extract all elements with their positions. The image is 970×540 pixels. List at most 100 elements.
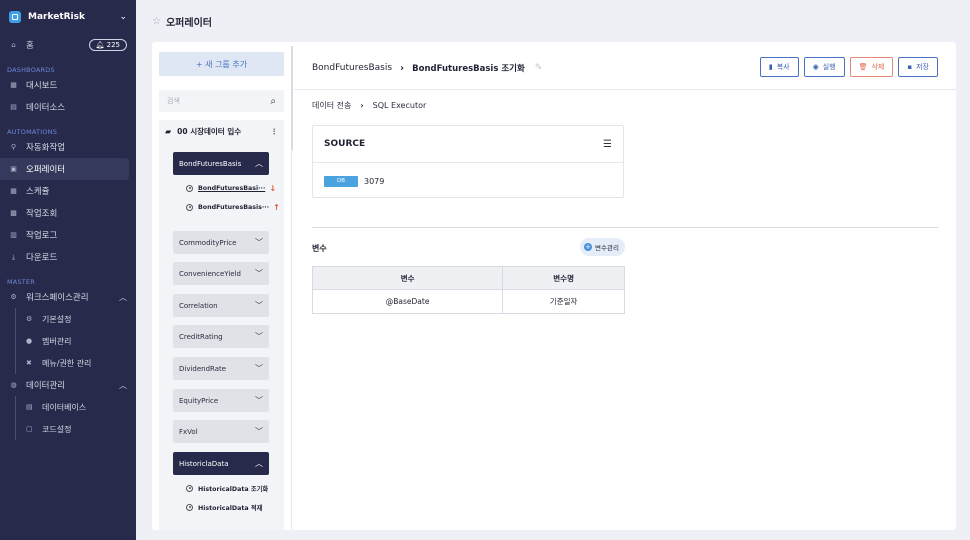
database-list-icon: ▤ (26, 403, 33, 411)
chevron-down-icon[interactable]: ﹀ (255, 268, 263, 279)
group-item-historicladata[interactable]: HistoriclaData ︿ (173, 452, 269, 475)
group-item-creditrating[interactable]: CreditRating ﹀ (173, 325, 269, 348)
group-item-fxvol[interactable]: FxVol ﹀ (173, 420, 269, 443)
breadcrumb-parent[interactable]: BondFuturesBasis (312, 63, 392, 73)
save-icon: ▪ (907, 63, 913, 71)
group-item-label: EquityPrice (179, 396, 219, 405)
operator-leaf[interactable]: HistoricalData 적재 (186, 500, 262, 514)
table-row[interactable]: @BaseDate 기준일자 (311, 289, 625, 314)
add-group-button[interactable]: + 새 그룹 추가 (159, 52, 284, 76)
group-item-label: FxVol (179, 427, 198, 436)
group-item-label: CommodityPrice (179, 238, 237, 247)
tune-settings-icon[interactable]: ☰ (603, 139, 612, 150)
arrow-down-icon: ↓ (269, 183, 277, 193)
group-panel: + 새 그룹 추가 ⌕ ▰ 00 시장데이터 입수 ⋮ BondFuturesB… (152, 42, 292, 530)
notification-count: 225 (106, 41, 120, 49)
page-header: ☆ 오퍼레이터 (136, 0, 970, 42)
breadcrumb-current: BondFuturesBasis 조기화 (412, 64, 525, 74)
group-item-commodityprice[interactable]: CommodityPrice ﹀ (173, 231, 269, 254)
chevron-up-icon[interactable]: ︿ (119, 292, 127, 303)
brand-header[interactable]: MarketRisk ⌄ (0, 0, 136, 34)
delete-label: 삭제 (871, 63, 885, 71)
sidebar-subitem-menu-permissions[interactable]: ✖ 메뉴/권한 관리 (0, 352, 136, 374)
main-card: + 새 그룹 추가 ⌕ ▰ 00 시장데이터 입수 ⋮ BondFuturesB… (152, 42, 956, 530)
chevron-down-icon[interactable]: ﹀ (255, 237, 263, 248)
log-icon: ▥ (10, 231, 17, 239)
sidebar-item-label: 코드설정 (42, 424, 72, 434)
edit-icon[interactable]: ✎ (535, 63, 543, 73)
sidebar-item-datasource[interactable]: ▤ 데이터소스 (0, 96, 136, 118)
run-button[interactable]: ◉ 실행 (803, 57, 845, 77)
folder-icon: ▰ (165, 126, 172, 136)
sidebar-item-workspace[interactable]: ⚙ 워크스페이스관리 ︿ (0, 286, 136, 308)
sidebar-item-schedule[interactable]: ▦ 스케쥴 (0, 180, 136, 202)
operator-leaf[interactable]: BondFuturesBasi··· ↓ (186, 181, 276, 195)
sidebar-subitem-basic-settings[interactable]: ⚙ 기본설정 (0, 308, 136, 330)
copy-icon: ▮ (768, 63, 773, 71)
group-item-convenienceyield[interactable]: ConvenienceYield ﹀ (173, 262, 269, 285)
group-item-equityprice[interactable]: EquityPrice ﹀ (173, 389, 269, 412)
star-icon[interactable]: ☆ (152, 16, 161, 27)
sidebar-item-label: 데이터베이스 (42, 402, 87, 412)
sidebar-item-label: 대시보드 (26, 81, 58, 91)
operator-leaf-label: BondFuturesBasi··· (198, 184, 266, 192)
chevron-down-icon[interactable]: ﹀ (255, 331, 263, 342)
dashboard-icon: ▦ (10, 81, 17, 89)
tools-icon: ✖ (26, 359, 32, 367)
group-item-dividendrate[interactable]: DividendRate ﹀ (173, 357, 269, 380)
sidebar-item-data-management[interactable]: ◍ 데이터관리 ︿ (0, 374, 136, 396)
delete-button[interactable]: 🗑︎ 삭제 (849, 57, 894, 77)
manage-variables-button[interactable]: + 변수관리 (580, 238, 625, 256)
chevron-up-icon[interactable]: ︿ (119, 380, 127, 391)
operator-icon: ▣ (10, 165, 17, 173)
search-input[interactable] (167, 97, 271, 105)
chevron-down-icon[interactable]: ﹀ (255, 300, 263, 311)
page-title: 오퍼레이터 (165, 17, 212, 29)
group-item-label: HistoriclaData (179, 459, 229, 468)
sidebar-item-download[interactable]: ⤓ 다운로드 (0, 246, 136, 268)
chevron-down-icon[interactable]: ⌄ (119, 12, 127, 22)
chevron-down-icon[interactable]: ﹀ (255, 426, 263, 437)
breadcrumb: BondFuturesBasis › BondFuturesBasis 조기화 … (312, 62, 543, 75)
group-item-label: ConvenienceYield (179, 269, 242, 278)
operator-detail: BondFuturesBasis › BondFuturesBasis 조기화 … (294, 42, 956, 530)
calendar-icon: ▦ (10, 187, 17, 195)
folder-row[interactable]: ▰ 00 시장데이터 입수 ⋮ (159, 120, 284, 142)
sidebar-item-home[interactable]: ⌂ 홈 🔔︎ 225 (0, 34, 136, 56)
operator-leaf[interactable]: HistoricalData 조기화 (186, 481, 268, 495)
variable-cell: @BaseDate (311, 289, 504, 314)
download-icon: ⤓ (11, 252, 16, 261)
chevron-up-icon[interactable]: ︿ (255, 458, 263, 469)
save-button[interactable]: ▪ 저장 (898, 57, 938, 77)
action-toolbar: ▮ 복사 ◉ 실행 🗑︎ 삭제 ▪ 저장 (759, 57, 938, 77)
sidebar-subitem-members[interactable]: ● 멤버관리 (0, 330, 136, 352)
operator-leaf[interactable]: BondFuturesBasis··· ↑ (186, 200, 280, 214)
group-item-correlation[interactable]: Correlation ﹀ (173, 294, 269, 317)
sidebar-subitem-code-settings[interactable]: ▢ 코드설정 (0, 418, 136, 440)
operator-leaf-label: HistoricalData 적재 (198, 504, 263, 512)
save-label: 저장 (916, 63, 929, 71)
sidebar-item-operator[interactable]: ▣ 오퍼레이터 (0, 158, 129, 180)
copy-button[interactable]: ▮ 복사 (759, 57, 799, 77)
operator-type: SQL Executor (372, 101, 427, 110)
chevron-down-icon[interactable]: ﹀ (255, 363, 263, 374)
sidebar-item-log[interactable]: ▥ 작업로그 (0, 224, 136, 246)
operator-node-icon (186, 184, 193, 192)
operator-leaf-label: HistoricalData 조기화 (198, 485, 269, 493)
sidebar-subitem-database[interactable]: ▤ 데이터베이스 (0, 396, 136, 418)
sidebar-item-automation[interactable]: ⚲ 자동화작업 (0, 136, 136, 158)
sidebar-item-job-search[interactable]: ▩ 작업조회 (0, 202, 136, 224)
notification-badge[interactable]: 🔔︎ 225 (88, 39, 127, 51)
sidebar-item-dashboard[interactable]: ▦ 대시보드 (0, 74, 136, 96)
section-automations: AUTOMATIONS (7, 128, 58, 136)
group-item-bondfuturesbasis[interactable]: BondFuturesBasis ︿ (173, 152, 269, 175)
chevron-down-icon[interactable]: ﹀ (255, 395, 263, 406)
more-options-icon[interactable]: ⋮ (271, 127, 279, 136)
chevron-up-icon[interactable]: ︿ (255, 158, 263, 169)
sidebar-item-label: 오퍼레이터 (26, 165, 66, 175)
sidebar-item-label: 워크스페이스관리 (26, 293, 89, 303)
source-value: 3079 (364, 176, 385, 186)
search-icon[interactable]: ⌕ (270, 96, 276, 107)
panel-scrollbar[interactable] (291, 46, 293, 150)
arrow-up-icon: ↑ (273, 202, 280, 212)
